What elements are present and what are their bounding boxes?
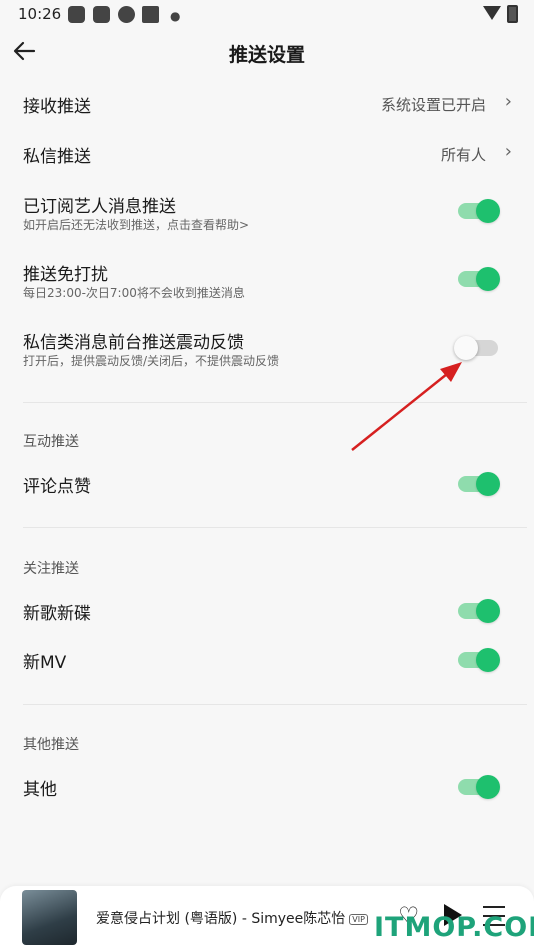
setting-help-link[interactable]: 如开启后还无法收到推送，点击查看帮助> bbox=[23, 216, 249, 233]
toggle-knob bbox=[476, 472, 500, 496]
setting-other: 其他 bbox=[0, 771, 534, 803]
setting-description: 打开后，提供震动反馈/关闭后，不提供震动反馈 bbox=[23, 354, 280, 368]
app-icon bbox=[142, 6, 159, 23]
page-title: 推送设置 bbox=[228, 44, 305, 66]
toggle-knob bbox=[476, 775, 500, 799]
toggle-knob bbox=[476, 648, 500, 672]
battery-icon bbox=[507, 5, 518, 23]
setting-label: 新歌新碟 bbox=[23, 604, 91, 624]
setting-value: 系统设置已开启 bbox=[380, 96, 486, 114]
status-time: 10:26 bbox=[18, 5, 62, 23]
section-title: 互动推送 bbox=[23, 434, 79, 450]
setting-label: 私信推送 bbox=[23, 147, 91, 167]
setting-dnd: 推送免打扰 每日23:00-次日7:00将不会收到推送消息 bbox=[0, 256, 534, 306]
section-title: 关注推送 bbox=[23, 561, 79, 577]
setting-vibration: 私信类消息前台推送震动反馈 打开后，提供震动反馈/关闭后，不提供震动反馈 bbox=[0, 324, 534, 374]
artist-push-toggle[interactable] bbox=[458, 199, 500, 223]
app-icon bbox=[118, 6, 135, 23]
top-bar: 推送设置 bbox=[0, 28, 534, 80]
watermark: ITMOP.COM bbox=[374, 912, 534, 943]
setting-description: 每日23:00-次日7:00将不会收到推送消息 bbox=[23, 286, 245, 300]
notification-dot-icon: ● bbox=[170, 9, 181, 23]
setting-label: 接收推送 bbox=[23, 97, 91, 117]
toggle-knob bbox=[454, 336, 478, 360]
section-title: 其他推送 bbox=[23, 737, 79, 753]
setting-label: 推送免打扰 bbox=[23, 265, 108, 285]
setting-comment-like: 评论点赞 bbox=[0, 468, 534, 500]
wifi-icon bbox=[483, 6, 501, 20]
setting-artist-push: 已订阅艺人消息推送 如开启后还无法收到推送，点击查看帮助> bbox=[0, 188, 534, 238]
divider bbox=[23, 527, 527, 528]
status-bar: 10:26 ● bbox=[0, 0, 534, 28]
toggle-knob bbox=[476, 267, 500, 291]
setting-label: 评论点赞 bbox=[23, 477, 91, 497]
setting-new-songs: 新歌新碟 bbox=[0, 595, 534, 627]
setting-label: 私信类消息前台推送震动反馈 bbox=[23, 333, 244, 353]
other-toggle[interactable] bbox=[458, 775, 500, 799]
new-mv-toggle[interactable] bbox=[458, 648, 500, 672]
new-songs-toggle[interactable] bbox=[458, 599, 500, 623]
setting-label: 已订阅艺人消息推送 bbox=[23, 197, 176, 217]
song-title[interactable]: 爱意侵占计划 (粤语版) - Simyee陈芯怡 VIP bbox=[96, 908, 368, 928]
setting-new-mv: 新MV bbox=[0, 644, 534, 676]
divider bbox=[23, 402, 527, 403]
chevron-right-icon: › bbox=[504, 141, 512, 162]
divider bbox=[23, 704, 527, 705]
dnd-toggle[interactable] bbox=[458, 267, 500, 291]
vibration-toggle[interactable] bbox=[454, 336, 498, 360]
setting-dm-push[interactable]: 私信推送 所有人 › bbox=[0, 138, 534, 170]
app-icon bbox=[68, 6, 85, 23]
setting-value: 所有人 bbox=[440, 146, 486, 164]
app-icon bbox=[93, 6, 110, 23]
setting-receive-push[interactable]: 接收推送 系统设置已开启 › bbox=[0, 88, 534, 120]
setting-label: 新MV bbox=[23, 653, 67, 673]
toggle-knob bbox=[476, 599, 500, 623]
toggle-knob bbox=[476, 199, 500, 223]
comment-like-toggle[interactable] bbox=[458, 472, 500, 496]
setting-label: 其他 bbox=[23, 780, 57, 800]
song-title-text: 爱意侵占计划 (粤语版) - Simyee陈芯怡 bbox=[96, 911, 346, 927]
chevron-right-icon: › bbox=[504, 91, 512, 112]
vip-badge: VIP bbox=[349, 913, 368, 925]
album-cover[interactable] bbox=[22, 890, 77, 945]
